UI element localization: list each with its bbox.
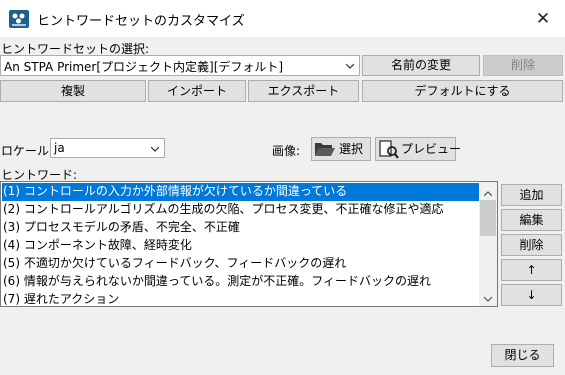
locale-label: ロケール: — [1, 144, 54, 158]
chevron-down-icon — [150, 142, 160, 152]
scrollbar-thumb[interactable] — [480, 200, 496, 236]
add-button[interactable]: 追加 — [501, 184, 562, 206]
edit-button[interactable]: 編集 — [501, 209, 562, 231]
close-icon[interactable]: ✕ — [528, 7, 558, 31]
chevron-up-icon[interactable] — [483, 187, 493, 197]
hint-set-dropdown[interactable]: An STPA Primer[プロジェクト内定義][デフォルト] — [0, 55, 360, 76]
list-item[interactable]: (7) 遅れたアクション — [2, 291, 479, 306]
image-select-button[interactable]: 選択 — [311, 137, 371, 161]
chevron-down-icon — [345, 59, 355, 69]
list-item[interactable]: (2) コントロールアルゴリズムの生成の欠陥、プロセス変更、不正確な修正や適応 — [2, 201, 479, 219]
hint-set-value: An STPA Primer[プロジェクト内定義][デフォルト] — [4, 60, 284, 74]
list-item[interactable]: (6) 情報が与えられないか間違っている。測定が不正確。フィードバックの遅れ — [2, 273, 479, 291]
preview-icon — [379, 140, 399, 166]
image-preview-label: プレビュー — [401, 142, 462, 156]
import-button[interactable]: インポート — [148, 80, 246, 102]
delete-button[interactable]: 削除 — [501, 234, 562, 256]
list-item[interactable]: (1) コントロールの入力か外部情報が欠けているか間違っている — [2, 183, 479, 201]
move-down-button[interactable]: ↓ — [501, 284, 562, 306]
window-title: ヒントワードセットのカスタマイズ — [37, 14, 245, 29]
close-button[interactable]: 閉じる — [491, 344, 554, 367]
locale-dropdown[interactable]: ja — [50, 138, 165, 158]
list-item[interactable]: (4) コンポーネント故障、経時変化 — [2, 237, 479, 255]
export-button[interactable]: エクスポート — [248, 80, 359, 102]
title-bar: ヒントワードセットのカスタマイズ ✕ — [0, 0, 565, 37]
image-select-label: 選択 — [339, 142, 364, 156]
chevron-down-icon[interactable] — [483, 292, 493, 302]
set-default-button[interactable]: デフォルトにする — [362, 80, 563, 102]
image-preview-button[interactable]: プレビュー — [375, 137, 461, 161]
delete-set-button[interactable]: 削除 — [483, 55, 563, 76]
rename-button[interactable]: 名前の変更 — [362, 55, 480, 76]
locale-value: ja — [54, 141, 65, 155]
duplicate-button[interactable]: 複製 — [0, 80, 146, 102]
list-scrollbar[interactable] — [479, 182, 497, 306]
image-label: 画像: — [272, 144, 301, 158]
move-up-button[interactable]: ↑ — [501, 259, 562, 281]
app-logo-icon — [9, 10, 29, 28]
folder-open-icon — [314, 140, 336, 165]
list-item[interactable]: (5) 不適切か欠けているフィードバック、フィードバックの遅れ — [2, 255, 479, 273]
list-item[interactable]: (3) プロセスモデルの矛盾、不完全、不正確 — [2, 219, 479, 237]
hint-words-list[interactable]: (1) コントロールの入力か外部情報が欠けているか間違っている (2) コントロ… — [0, 181, 498, 307]
